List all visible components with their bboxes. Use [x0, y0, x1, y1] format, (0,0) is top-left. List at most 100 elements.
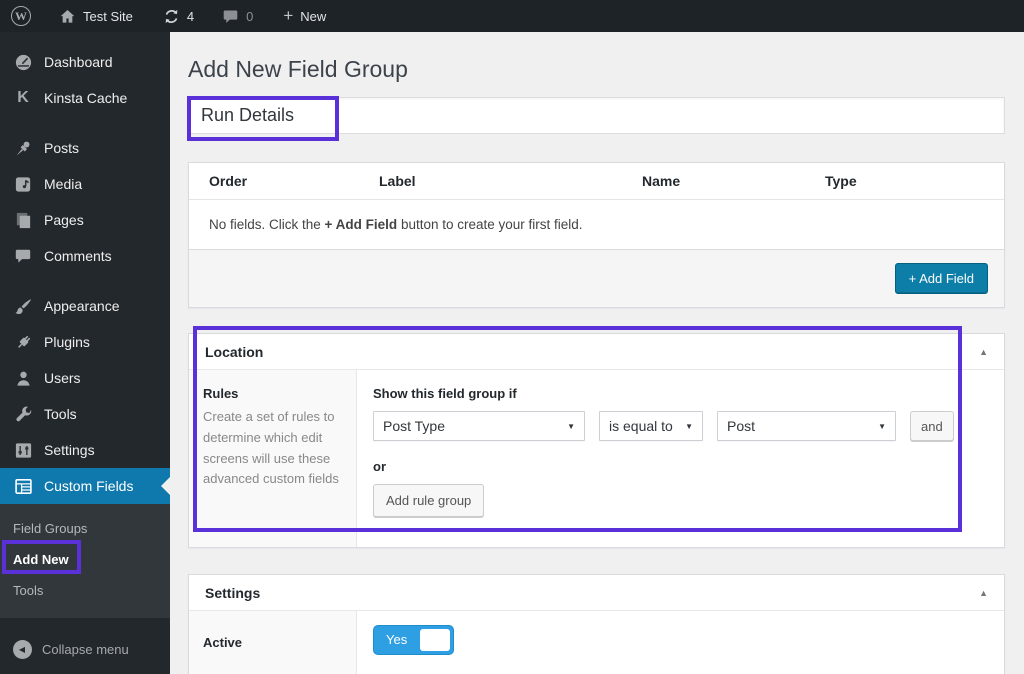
- location-rule-row: Post Type ▼ is equal to ▼ Post ▼ and: [373, 411, 988, 441]
- pushpin-icon: [13, 138, 33, 158]
- panel-collapse-icon[interactable]: ▲: [979, 347, 988, 357]
- toggle-knob: [420, 629, 450, 651]
- table-icon: [13, 476, 33, 496]
- custom-fields-submenu: Field Groups Add New Tools: [0, 504, 170, 618]
- sidebar-item-tools[interactable]: Tools: [0, 396, 170, 432]
- rule-operator-select[interactable]: is equal to ▼: [599, 411, 703, 441]
- location-panel-title: Location: [205, 344, 263, 360]
- active-label: Active: [203, 635, 342, 650]
- no-fields-message: No fields. Click the + Add Field button …: [189, 200, 1004, 249]
- column-header-label: Label: [359, 173, 622, 189]
- sidebar-item-posts[interactable]: Posts: [0, 130, 170, 166]
- show-if-label: Show this field group if: [373, 386, 988, 401]
- comments-count: 0: [246, 9, 253, 24]
- active-setting-row: Active Yes: [189, 611, 1004, 674]
- plus-icon: +: [283, 7, 293, 24]
- location-rules-label-column: Rules Create a set of rules to determine…: [189, 370, 357, 547]
- new-content-link[interactable]: + New: [272, 0, 337, 32]
- sidebar-item-label: Posts: [44, 140, 79, 156]
- dropdown-caret-icon: ▼: [878, 422, 886, 431]
- sliders-icon: [13, 440, 33, 460]
- active-toggle[interactable]: Yes: [373, 625, 454, 655]
- plug-icon: [13, 332, 33, 352]
- comments-link[interactable]: 0: [211, 0, 264, 32]
- updates-count: 4: [187, 9, 194, 24]
- settings-panel: Settings ▲ Active Yes: [188, 574, 1005, 674]
- wordpress-menu[interactable]: W: [0, 0, 42, 32]
- sidebar-item-label: Media: [44, 176, 82, 192]
- sidebar-item-label: Users: [44, 370, 81, 386]
- user-icon: [13, 368, 33, 388]
- rules-description: Create a set of rules to determine which…: [203, 407, 342, 490]
- page-title: Add New Field Group: [188, 56, 1024, 83]
- sidebar-item-label: Appearance: [44, 298, 120, 314]
- rule-value-select[interactable]: Post ▼: [717, 411, 896, 441]
- media-icon: [13, 174, 33, 194]
- brush-icon: [13, 296, 33, 316]
- sidebar-item-settings[interactable]: Settings: [0, 432, 170, 468]
- sidebar-item-custom-fields[interactable]: Custom Fields: [0, 468, 170, 504]
- site-name-link[interactable]: Test Site: [48, 0, 144, 32]
- collapse-menu-label: Collapse menu: [42, 642, 129, 657]
- sidebar-item-media[interactable]: Media: [0, 166, 170, 202]
- sidebar-item-label: Pages: [44, 212, 84, 228]
- no-fields-text: No fields. Click the: [209, 217, 325, 232]
- sidebar-item-comments[interactable]: Comments: [0, 238, 170, 274]
- add-rule-group-button[interactable]: Add rule group: [373, 484, 484, 517]
- submenu-item-tools[interactable]: Tools: [0, 575, 170, 606]
- add-field-button[interactable]: + Add Field: [895, 263, 988, 294]
- site-name-label: Test Site: [83, 9, 133, 24]
- comment-bubble-icon: [222, 8, 239, 25]
- admin-bar: W Test Site 4 0 + New: [0, 0, 1024, 32]
- panel-collapse-icon[interactable]: ▲: [979, 588, 988, 598]
- updates-icon: [163, 8, 180, 25]
- sidebar-item-label: Comments: [44, 248, 112, 264]
- column-header-order: Order: [189, 173, 359, 189]
- sidebar-item-appearance[interactable]: Appearance: [0, 288, 170, 324]
- submenu-item-add-new[interactable]: Add New: [0, 544, 170, 575]
- collapse-arrow-icon: ◀: [13, 640, 32, 659]
- pages-icon: [13, 210, 33, 230]
- and-rule-button[interactable]: and: [910, 411, 954, 441]
- sidebar-item-kinsta-cache[interactable]: K Kinsta Cache: [0, 80, 170, 116]
- menu-separator: [0, 116, 170, 130]
- rules-label: Rules: [203, 386, 342, 401]
- or-label: or: [373, 459, 988, 474]
- field-group-title-input[interactable]: [188, 97, 1005, 134]
- sidebar-item-label: Settings: [44, 442, 95, 458]
- rule-param-value: Post Type: [383, 418, 445, 434]
- sidebar-item-plugins[interactable]: Plugins: [0, 324, 170, 360]
- kinsta-icon: K: [13, 88, 33, 108]
- comment-icon: [13, 246, 33, 266]
- no-fields-bold-text: + Add Field: [325, 217, 398, 232]
- sidebar-item-dashboard[interactable]: Dashboard: [0, 44, 170, 80]
- column-header-type: Type: [805, 173, 1004, 189]
- dropdown-caret-icon: ▼: [567, 422, 575, 431]
- sidebar-item-label: Kinsta Cache: [44, 90, 127, 106]
- sidebar-item-label: Tools: [44, 406, 77, 422]
- rule-operator-value: is equal to: [609, 418, 673, 434]
- settings-panel-title: Settings: [205, 585, 260, 601]
- admin-sidebar: Dashboard K Kinsta Cache Posts Media Pag…: [0, 32, 170, 674]
- rule-param-select[interactable]: Post Type ▼: [373, 411, 585, 441]
- fields-table-footer: + Add Field: [189, 249, 1004, 307]
- column-header-name: Name: [622, 173, 805, 189]
- fields-table-header: Order Label Name Type: [189, 163, 1004, 200]
- fields-table-panel: Order Label Name Type No fields. Click t…: [188, 162, 1005, 308]
- home-icon: [59, 8, 76, 25]
- submenu-item-field-groups[interactable]: Field Groups: [0, 513, 170, 544]
- sidebar-item-users[interactable]: Users: [0, 360, 170, 396]
- location-panel: Location ▲ Rules Create a set of rules t…: [188, 333, 1005, 548]
- sidebar-item-label: Plugins: [44, 334, 90, 350]
- collapse-menu-button[interactable]: ◀ Collapse menu: [0, 632, 170, 666]
- no-fields-text: button to create your first field.: [397, 217, 582, 232]
- sidebar-item-label: Custom Fields: [44, 478, 133, 494]
- sidebar-item-pages[interactable]: Pages: [0, 202, 170, 238]
- toggle-on-label: Yes: [386, 626, 407, 654]
- new-label: New: [300, 9, 326, 24]
- sidebar-item-label: Dashboard: [44, 54, 113, 70]
- menu-separator: [0, 274, 170, 288]
- updates-link[interactable]: 4: [152, 0, 205, 32]
- wordpress-logo-icon: W: [11, 6, 31, 26]
- rule-value-value: Post: [727, 418, 755, 434]
